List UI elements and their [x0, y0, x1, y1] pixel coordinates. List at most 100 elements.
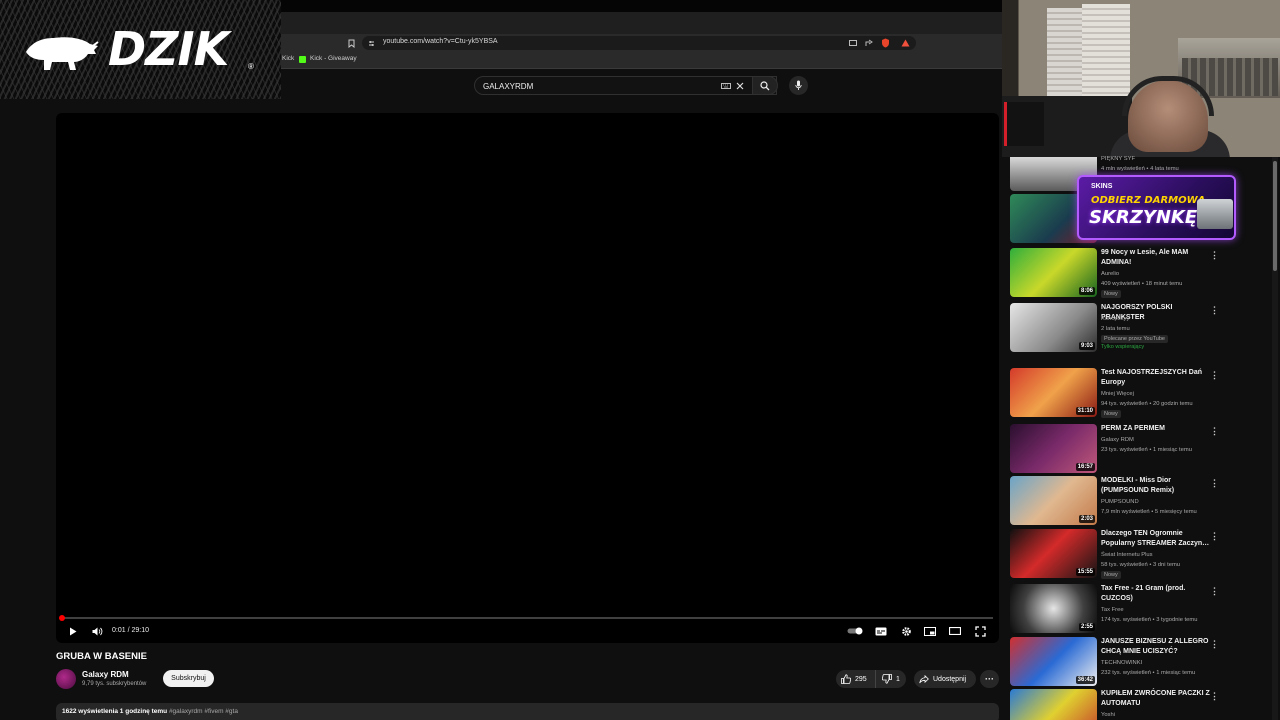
video-meta: 2 lata temu: [1101, 326, 1130, 332]
skins-ad-banner[interactable]: SKINS ODBIERZ DARMOWĄ SKRZYNKĘ!: [1077, 175, 1236, 240]
kick-logo-icon: [299, 56, 306, 63]
share-icon: [919, 674, 929, 683]
more-vertical-icon[interactable]: ⋮: [1210, 639, 1219, 650]
hashtags[interactable]: #galaxyrdm #fivem #gta: [169, 708, 238, 715]
more-vertical-icon[interactable]: ⋮: [1210, 586, 1219, 597]
video-meta: 58 tys. wyświetleń • 3 dni temu: [1101, 562, 1181, 568]
play-icon: [70, 627, 77, 635]
recommended-video[interactable]: 2:03 MODELKI - Miss Dior (PUMPSOUND Remix…: [1010, 476, 1272, 528]
site-info-icon[interactable]: [367, 38, 375, 48]
bookmark-icon[interactable]: [346, 37, 356, 49]
members-only-badge: Tylko wspierający: [1101, 344, 1145, 350]
sidebar-scrollbar[interactable]: [1272, 157, 1278, 720]
channel-avatar[interactable]: [56, 669, 76, 689]
bookmark-kick[interactable]: Kick: [282, 55, 294, 62]
subtitles-button[interactable]: [874, 624, 888, 638]
more-vertical-icon[interactable]: ⋮: [1210, 531, 1219, 542]
more-actions-button[interactable]: ···: [980, 670, 999, 688]
recommended-video[interactable]: 16:57 PERM ZA PERMEM ⋮ Galaxy RDM 23 tys. wy…: [1010, 424, 1272, 476]
ad-brand: SKINS: [1091, 183, 1113, 190]
share-page-icon[interactable]: [864, 38, 874, 48]
progress-scrubber[interactable]: [59, 615, 65, 621]
video-thumbnail[interactable]: 9:03: [1010, 303, 1097, 352]
youtube-search-input[interactable]: GALAXYRDM: [474, 76, 777, 95]
video-thumbnail[interactable]: 16:57: [1010, 424, 1097, 473]
recommended-video[interactable]: KUPIŁEM ZWRÓCONE PACZKI Z AUTOMATU ⋮ Yoshi: [1010, 689, 1272, 720]
recommended-video[interactable]: 9:03 NAJGORSZY POLSKI PRANKSTER ⋮ Konopskyy…: [1010, 303, 1272, 355]
video-title: 99 Nocy w Lesie, Ale MAM ADMINA!: [1101, 249, 1189, 266]
more-vertical-icon[interactable]: ⋮: [1210, 691, 1219, 702]
bookmarks-bar: [281, 52, 1002, 69]
video-thumbnail[interactable]: [1010, 689, 1097, 720]
brand-text: DZIK: [108, 22, 229, 76]
video-title: Dlaczego TEN Ogromnie Popularny STREAMER…: [1101, 530, 1210, 547]
video-meta: 174 tys. wyświetleń • 3 tygodnie temu: [1101, 617, 1198, 623]
miniplayer-button[interactable]: [923, 624, 937, 638]
case-icon: [1197, 199, 1233, 229]
extension-shield-icon[interactable]: [880, 38, 890, 48]
video-meta: 94 tys. wyświetleń • 20 godzin temu: [1101, 401, 1193, 407]
miniplayer-icon: [924, 626, 936, 636]
like-button[interactable]: 295: [836, 670, 876, 688]
video-meta: 23 tys. wyświetleń • 1 miesiąc temu: [1101, 447, 1192, 453]
channel-name: Tax Free: [1101, 607, 1124, 613]
volume-button[interactable]: [90, 624, 104, 638]
time-display: 0:01 / 29:10: [112, 627, 149, 634]
video-thumbnail[interactable]: 36:42: [1010, 637, 1097, 686]
recommended-video[interactable]: 31:10 Test NAJOSTRZEJSZYCH Dań Europy ⋮ Mni…: [1010, 368, 1272, 420]
fullscreen-button[interactable]: [973, 624, 987, 638]
autoplay-toggle[interactable]: [846, 624, 864, 638]
channel-name: Konopskyy: [1101, 316, 1130, 322]
recommended-video[interactable]: 36:42 JANUSZE BIZNESU Z ALLEGRO CHCĄ MNIE…: [1010, 637, 1272, 689]
autoplay-toggle-icon: [847, 627, 862, 635]
thumbs-up-icon: [841, 674, 851, 684]
video-thumbnail[interactable]: 31:10: [1010, 368, 1097, 417]
screen-cast-icon[interactable]: [848, 38, 858, 48]
video-thumbnail[interactable]: 15:55: [1010, 529, 1097, 578]
channel-name: Mniej Więcej: [1101, 391, 1134, 397]
webcam-feed: [1002, 0, 1280, 157]
more-vertical-icon[interactable]: ⋮: [1210, 426, 1219, 437]
bookmark-kick-giveaway[interactable]: Kick - Giveaway: [310, 55, 357, 62]
theater-icon: [949, 627, 961, 635]
play-button[interactable]: [67, 624, 79, 638]
video-thumbnail[interactable]: 2:03: [1010, 476, 1097, 525]
video-meta: 4 mln wyświetleń • 4 lata temu: [1101, 166, 1179, 172]
search-icon: [760, 81, 770, 91]
video-player[interactable]: [56, 113, 999, 643]
recommended-video[interactable]: 2:55 Tax Free - 21 Gram (prod. CUZCOS) ⋮ Ta…: [1010, 584, 1272, 636]
clear-search-icon[interactable]: [734, 80, 745, 91]
video-duration: 8:06: [1078, 287, 1095, 295]
new-badge: Nowy: [1101, 410, 1121, 418]
video-thumbnail[interactable]: 8:06: [1010, 248, 1097, 297]
search-button[interactable]: [752, 76, 778, 95]
like-count: 295: [855, 675, 867, 683]
dislike-button[interactable]: 1: [876, 670, 900, 688]
video-title: GRUBA W BASENIE: [56, 651, 147, 662]
settings-button[interactable]: [899, 624, 913, 638]
recommended-video[interactable]: 15:55 Dlaczego TEN Ogromnie Popularny STR…: [1010, 529, 1272, 581]
voice-search-button[interactable]: [789, 76, 808, 95]
more-vertical-icon[interactable]: ⋮: [1210, 478, 1219, 489]
more-horizontal-icon: ···: [985, 673, 994, 684]
progress-bar[interactable]: [59, 615, 993, 621]
scrollbar-thumb[interactable]: [1273, 161, 1277, 271]
channel-name[interactable]: Galaxy RDM: [82, 670, 129, 679]
recommended-badge: Polecane przez YouTube: [1101, 335, 1168, 343]
search-query-text: GALAXYRDM: [483, 82, 534, 91]
subscribe-button[interactable]: Subskrybuj: [163, 670, 214, 687]
views-and-date: 1622 wyświetlenia 1 godzinę temu: [62, 708, 168, 715]
share-button[interactable]: Udostępnij: [914, 670, 976, 688]
more-vertical-icon[interactable]: ⋮: [1210, 250, 1219, 261]
recommended-video[interactable]: 8:06 99 Nocy w Lesie, Ale MAM ADMINA! ⋮ Aur…: [1010, 248, 1272, 300]
ad-line-1: ODBIERZ DARMOWĄ: [1091, 195, 1206, 206]
more-vertical-icon[interactable]: ⋮: [1210, 370, 1219, 381]
description-header: 1622 wyświetlenia 1 godzinę temu #galaxy…: [62, 708, 238, 715]
theater-mode-button[interactable]: [948, 624, 962, 638]
description-box[interactable]: 1622 wyświetlenia 1 godzinę temu #galaxy…: [56, 703, 999, 720]
new-badge: Nowy: [1101, 290, 1121, 298]
more-vertical-icon[interactable]: ⋮: [1210, 305, 1219, 316]
keyboard-icon[interactable]: [720, 81, 731, 90]
video-thumbnail[interactable]: 2:55: [1010, 584, 1097, 633]
extension-triangle-icon[interactable]: [900, 38, 910, 48]
